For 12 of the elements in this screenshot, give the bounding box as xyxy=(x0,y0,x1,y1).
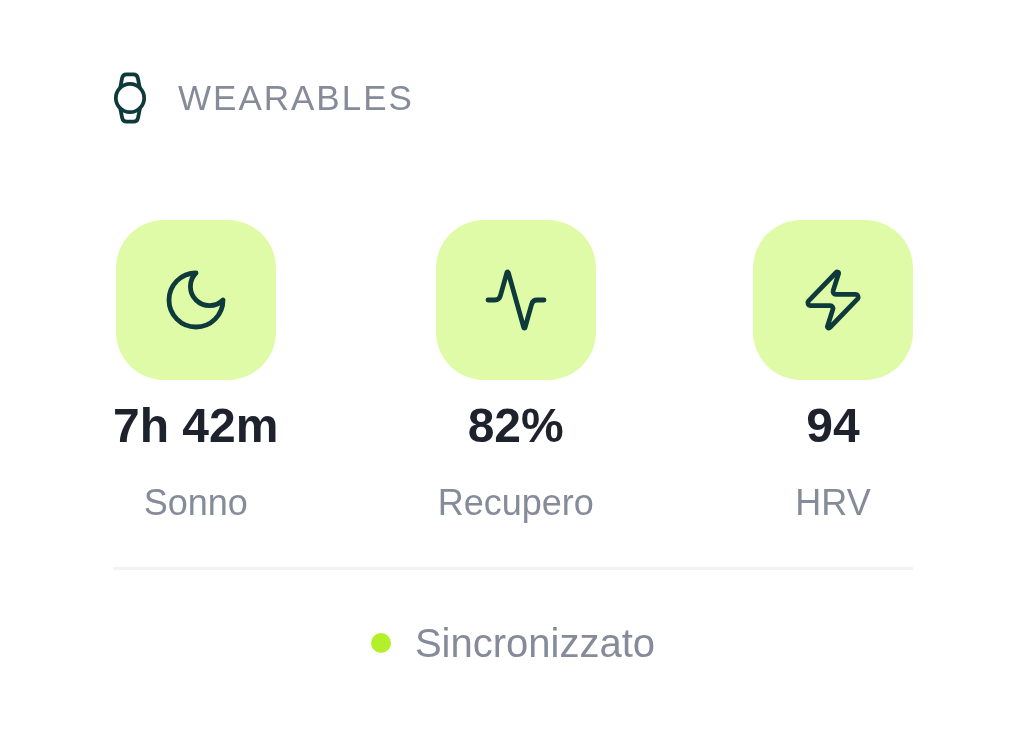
moon-icon xyxy=(115,220,276,380)
metric-value: 82% xyxy=(467,398,564,454)
watch-icon xyxy=(113,72,147,124)
metric-label: Recupero xyxy=(437,481,594,525)
section-title: WEARABLES xyxy=(178,77,414,119)
status-label: Sincronizzato xyxy=(414,620,656,667)
pulse-icon xyxy=(435,220,596,380)
metric-value: 94 xyxy=(806,398,860,454)
metric-value: 7h 42m xyxy=(113,398,279,454)
metric-label: Sonno xyxy=(143,481,248,525)
lightning-icon xyxy=(753,220,913,380)
metric-label: HRV xyxy=(795,481,871,525)
